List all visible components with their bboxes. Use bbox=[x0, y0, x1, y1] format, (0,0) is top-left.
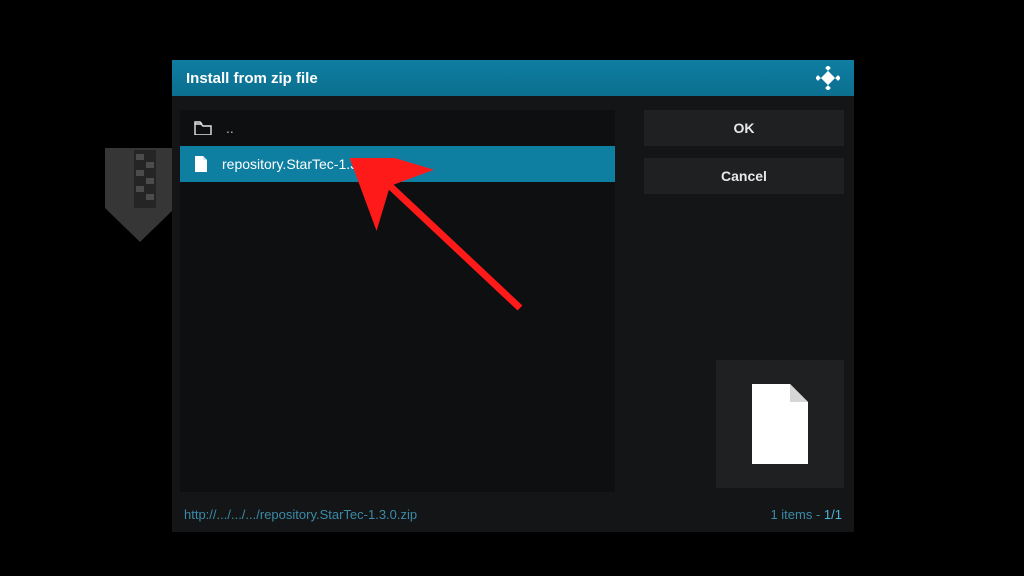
file-row-label: repository.StarTec-1.3.0.zip bbox=[222, 156, 391, 172]
folder-icon bbox=[194, 121, 212, 135]
dialog-title: Install from zip file bbox=[186, 70, 318, 87]
cancel-button-label: Cancel bbox=[721, 168, 767, 184]
status-item-count: 1 items - 1/1 bbox=[770, 507, 842, 522]
status-bar: http://.../.../.../repository.StarTec-1.… bbox=[184, 507, 842, 522]
ok-button[interactable]: OK bbox=[644, 110, 844, 146]
dialog-sidebar: OK Cancel bbox=[644, 110, 844, 206]
document-icon bbox=[748, 384, 812, 464]
file-icon bbox=[194, 156, 208, 172]
kodi-logo-icon bbox=[816, 66, 840, 90]
file-row-repository-zip[interactable]: repository.StarTec-1.3.0.zip bbox=[180, 146, 615, 182]
parent-folder-row[interactable]: .. bbox=[180, 110, 615, 146]
parent-folder-label: .. bbox=[226, 120, 234, 136]
install-from-zip-dialog: Install from zip file .. bbox=[172, 60, 854, 532]
dialog-titlebar: Install from zip file bbox=[172, 60, 854, 96]
ok-button-label: OK bbox=[734, 120, 755, 136]
dialog-body: .. repository.StarTec-1.3.0.zip OK Cance… bbox=[172, 96, 854, 532]
file-thumbnail bbox=[716, 360, 844, 488]
file-list: .. repository.StarTec-1.3.0.zip bbox=[180, 110, 615, 492]
status-path: http://.../.../.../repository.StarTec-1.… bbox=[184, 507, 417, 522]
cancel-button[interactable]: Cancel bbox=[644, 158, 844, 194]
